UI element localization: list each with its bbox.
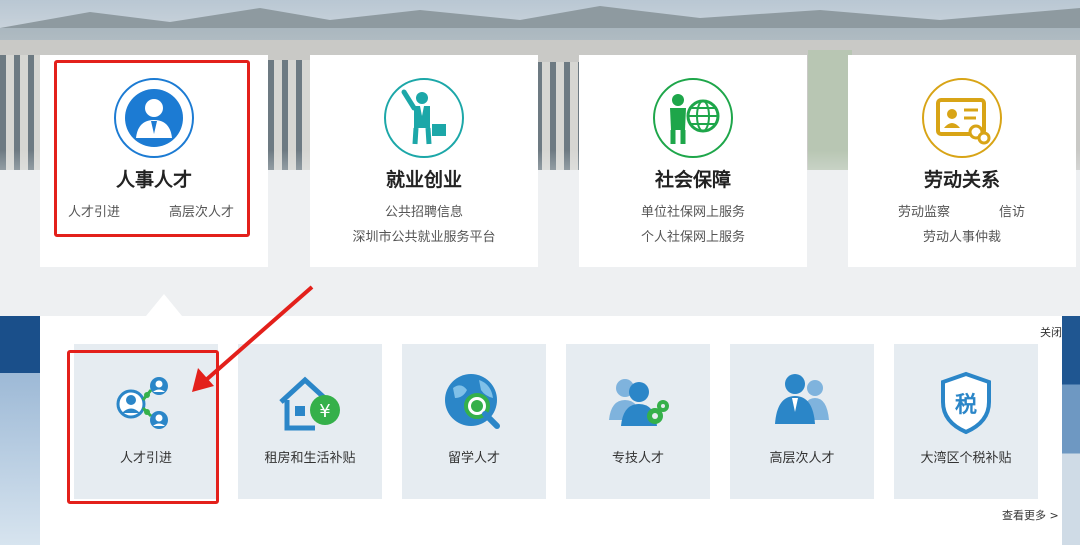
annotation-arrow [192,285,314,392]
